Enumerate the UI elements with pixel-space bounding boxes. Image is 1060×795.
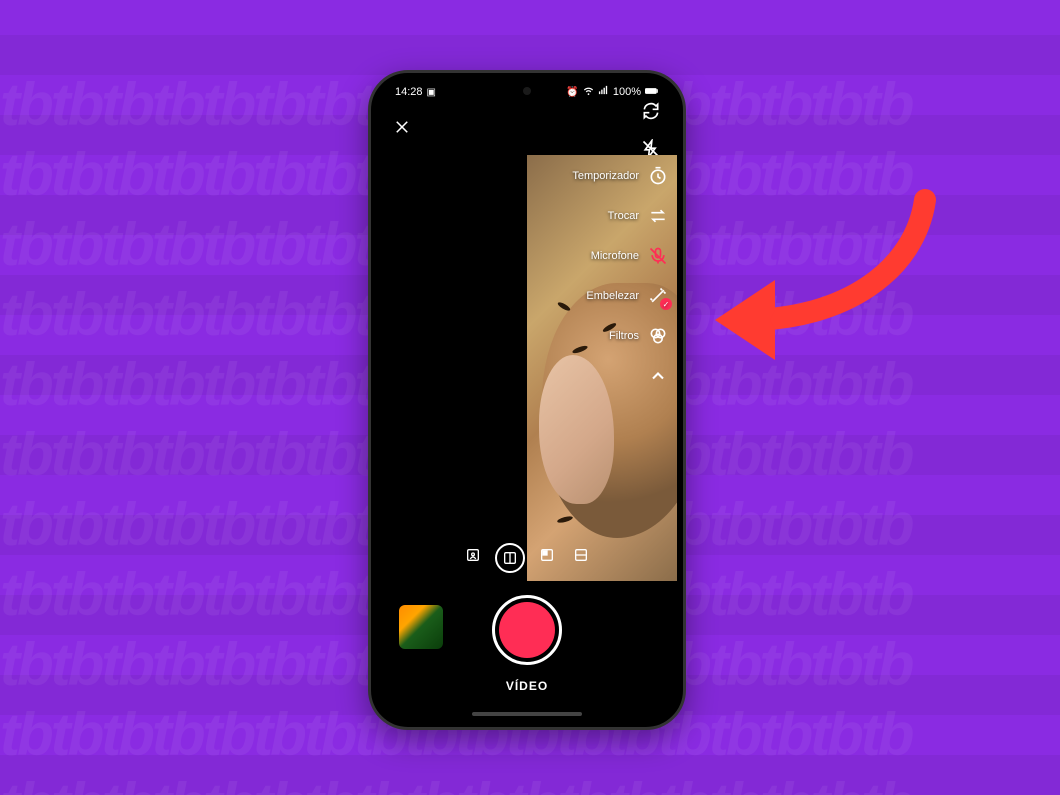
record-button[interactable] (492, 595, 562, 665)
tool-swap-label: Trocar (608, 210, 639, 222)
tool-beautify[interactable]: Embelezar ✓ (586, 285, 669, 307)
notification-icon: ▣ (427, 87, 436, 98)
tool-microphone[interactable]: Microfone (591, 245, 669, 267)
tool-swap[interactable]: Trocar (608, 205, 669, 227)
flip-camera-icon[interactable] (641, 101, 661, 121)
top-bar (377, 105, 677, 155)
viewport-left-pane (377, 155, 527, 581)
home-indicator[interactable] (472, 712, 582, 716)
chevron-up-icon (647, 365, 669, 387)
filters-icon (647, 325, 669, 347)
mode-label-video[interactable]: VÍDEO (506, 679, 548, 693)
tool-timer-label: Temporizador (572, 170, 639, 182)
microphone-off-icon (647, 245, 669, 267)
phone-screen: 14:28 ▣ ⏰ 100% (377, 79, 677, 721)
camera-viewport: Temporizador Trocar Microfone (377, 155, 677, 581)
gallery-button[interactable] (399, 605, 443, 649)
beautify-active-badge: ✓ (660, 298, 672, 310)
alarm-icon: ⏰ (566, 87, 578, 98)
tool-timer[interactable]: Temporizador (572, 165, 669, 187)
side-tools: Temporizador Trocar Microfone (572, 165, 669, 387)
signal-icon (598, 85, 609, 99)
layout-greenscreen[interactable] (461, 543, 485, 567)
swap-icon (647, 205, 669, 227)
phone-frame: 14:28 ▣ ⏰ 100% (368, 70, 686, 730)
tool-beautify-label: Embelezar (586, 290, 639, 302)
layout-split-horizontal[interactable] (569, 543, 593, 567)
tool-filters-label: Filtros (609, 330, 639, 342)
timer-icon (647, 165, 669, 187)
layout-pip[interactable] (535, 543, 559, 567)
battery-icon (645, 87, 659, 98)
wifi-icon (583, 85, 594, 99)
tool-filters[interactable]: Filtros (609, 325, 669, 347)
tool-microphone-label: Microfone (591, 250, 639, 262)
battery-text: 100% (613, 86, 641, 98)
bottom-controls: VÍDEO (377, 581, 677, 721)
status-time: 14:28 (395, 86, 423, 98)
tool-collapse[interactable] (647, 365, 669, 387)
close-button[interactable] (393, 118, 411, 142)
camera-notch (523, 87, 531, 95)
record-button-inner (499, 602, 555, 658)
layout-bar (461, 543, 593, 581)
layout-split-vertical[interactable] (495, 543, 525, 573)
beautify-icon: ✓ (647, 285, 669, 307)
